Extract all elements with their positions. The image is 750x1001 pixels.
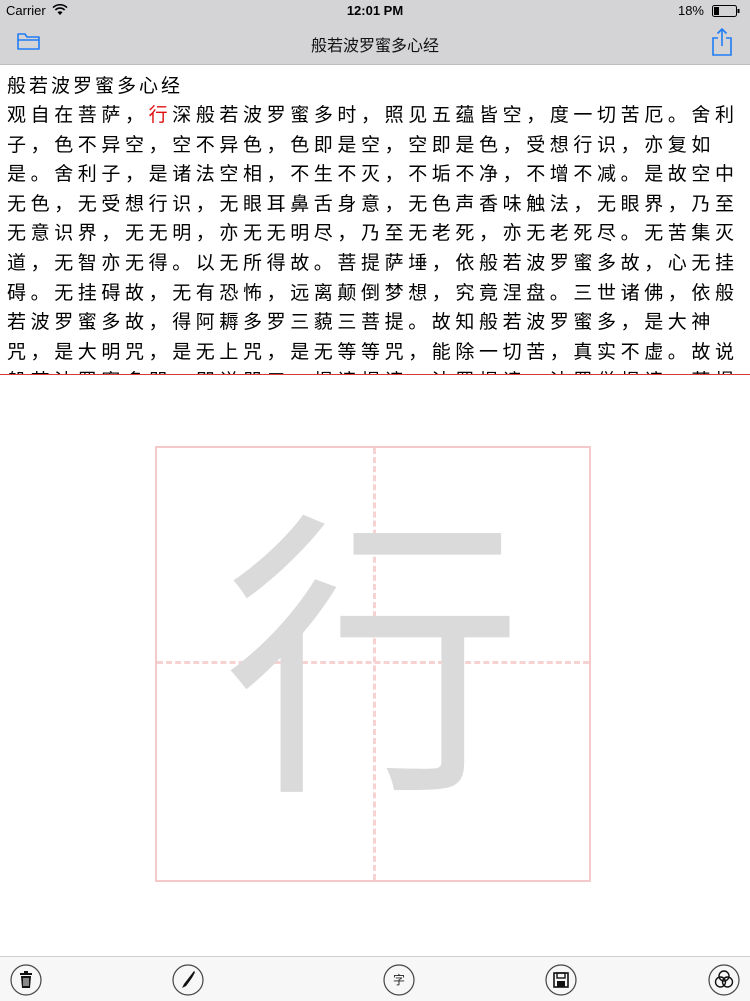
divider-line	[0, 374, 750, 375]
battery-icon	[712, 5, 740, 17]
page-title: 般若波罗蜜多心经	[310, 36, 439, 55]
battery-percent: 18%	[677, 3, 704, 18]
sutra-text-after: 深般若波罗蜜多时，照见五蕴皆空，度一切苦厄。舍利子，色不异空，空不异色，色即是空…	[7, 104, 739, 375]
character-button[interactable]: 字	[383, 964, 415, 996]
brush-icon[interactable]	[172, 964, 204, 996]
sutra-heading: 般若波罗蜜多心经	[7, 75, 184, 97]
navigation-bar: 般若波罗蜜多心经	[0, 22, 750, 65]
character-button-label: 字	[392, 973, 405, 987]
clock: 12:01 PM	[346, 3, 404, 18]
sutra-text-before: 观自在菩萨，	[7, 104, 149, 126]
status-bar: Carrier 12:01 PM 18%	[0, 0, 750, 22]
current-character[interactable]: 行	[149, 104, 173, 126]
color-circles-icon[interactable]	[708, 964, 740, 996]
trace-character: 行	[223, 489, 523, 838]
bottom-toolbar: 字	[0, 956, 750, 1001]
trash-icon[interactable]	[10, 964, 42, 996]
sutra-text-pane[interactable]: 般若波罗蜜多心经 观自在菩萨，行深般若波罗蜜多时，照见五蕴皆空，度一切苦厄。舍利…	[0, 65, 750, 375]
save-icon[interactable]	[545, 964, 577, 996]
share-icon[interactable]	[711, 27, 733, 57]
sutra-body[interactable]: 观自在菩萨，行深般若波罗蜜多时，照见五蕴皆空，度一切苦厄。舍利子，色不异空，空不…	[7, 101, 743, 375]
writing-practice-grid[interactable]: 行	[155, 446, 591, 882]
